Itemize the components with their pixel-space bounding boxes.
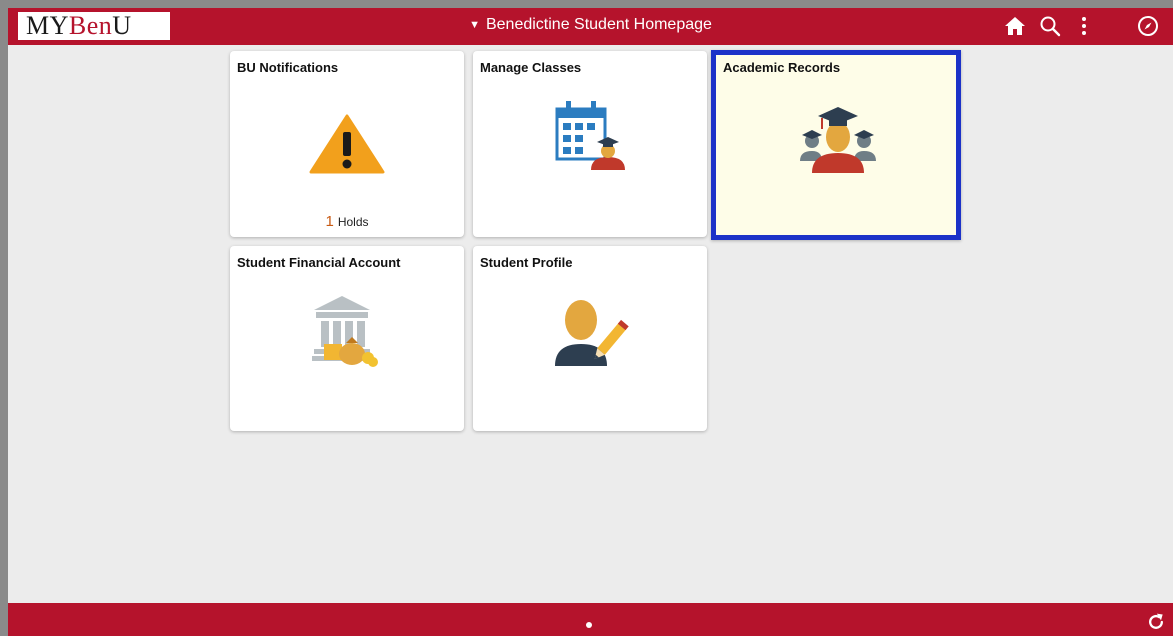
holds-count: 1 Holds xyxy=(230,213,464,230)
header-bar: MYBenU ▼ Benedictine Student Homepage xyxy=(8,8,1173,45)
footer-bar xyxy=(8,603,1173,636)
homepage-selector[interactable]: ▼ Benedictine Student Homepage xyxy=(8,8,1173,45)
tile-title: BU Notifications xyxy=(237,60,339,75)
tile-title: Student Profile xyxy=(480,255,573,270)
profile-edit-icon xyxy=(555,300,629,366)
caret-down-icon: ▼ xyxy=(469,19,480,31)
tile-title: Student Financial Account xyxy=(237,255,401,270)
tile-academic-records[interactable]: Academic Records xyxy=(711,50,961,240)
tile-student-financial-account[interactable]: Student Financial Account xyxy=(230,246,464,431)
navbar-compass-icon[interactable] xyxy=(1136,14,1160,38)
holds-number: 1 xyxy=(325,213,334,230)
graduates-icon xyxy=(800,107,876,173)
home-icon[interactable] xyxy=(1003,14,1027,38)
tile-bu-notifications[interactable]: BU Notifications 1 Holds xyxy=(230,51,464,237)
page-title: Benedictine Student Homepage xyxy=(485,16,712,33)
refresh-icon[interactable] xyxy=(1146,612,1166,632)
warning-icon xyxy=(309,114,385,174)
tile-manage-classes[interactable]: Manage Classes xyxy=(473,51,707,237)
actions-menu-icon[interactable] xyxy=(1072,14,1096,38)
calendar-student-icon xyxy=(555,101,625,170)
page-dot-icon[interactable] xyxy=(586,622,592,628)
holds-label: Holds xyxy=(337,215,369,229)
tile-title: Manage Classes xyxy=(480,60,582,75)
tile-student-profile[interactable]: Student Profile xyxy=(473,246,707,431)
app-window: MYBenU ▼ Benedictine Student Homepage BU … xyxy=(8,8,1173,636)
search-icon[interactable] xyxy=(1038,14,1062,38)
bank-money-icon xyxy=(312,296,378,367)
tile-title: Academic Records xyxy=(723,60,841,75)
